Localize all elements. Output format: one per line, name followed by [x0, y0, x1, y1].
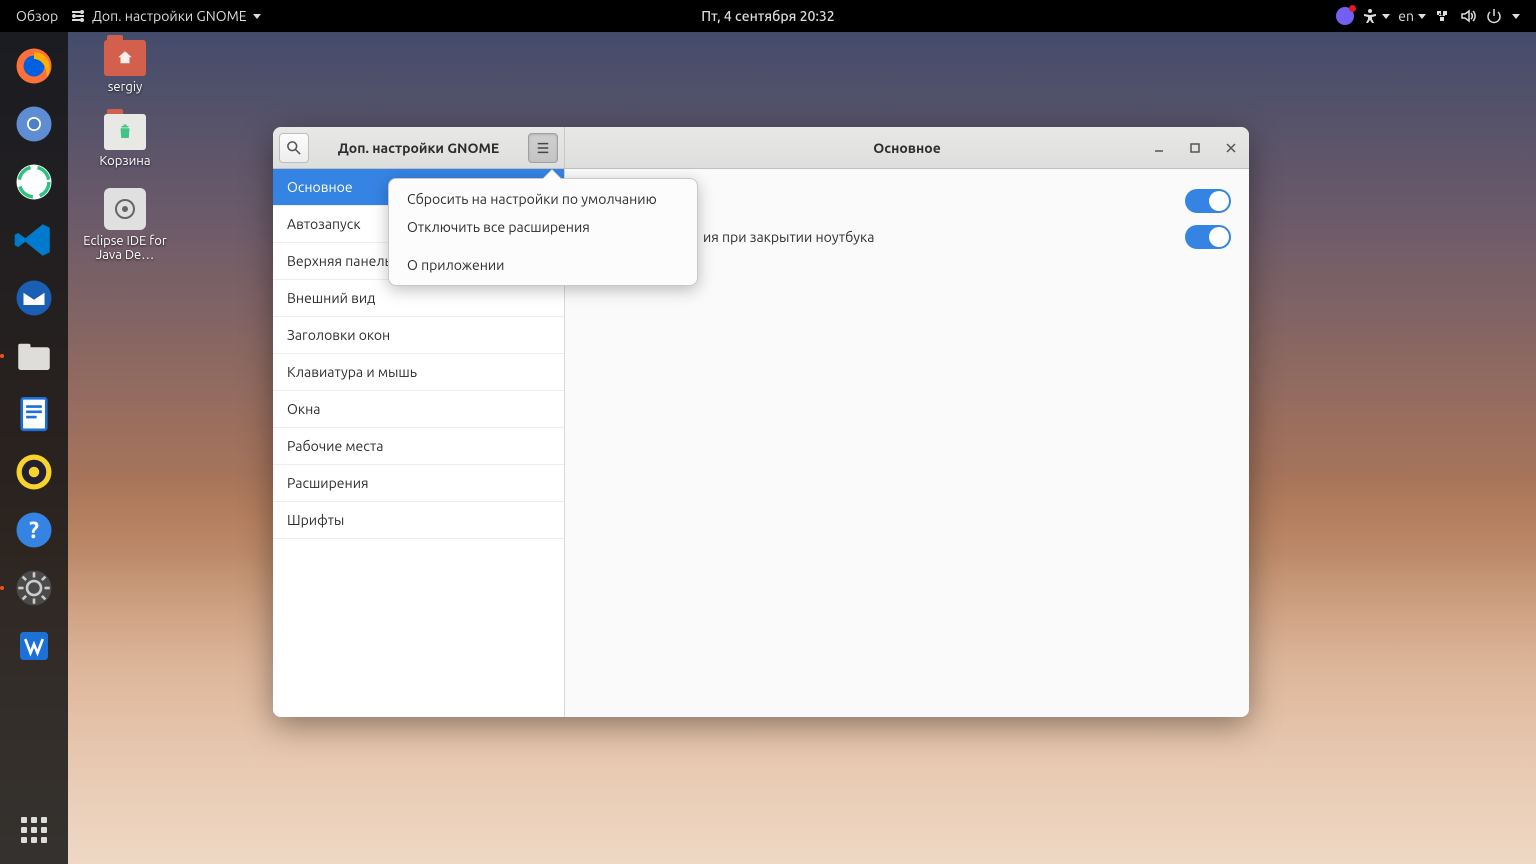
hamburger-icon [536, 141, 550, 155]
chevron-down-icon [253, 14, 261, 19]
topbar-right: en [1336, 7, 1536, 25]
dock-files[interactable] [8, 330, 60, 382]
setting-switch[interactable] [1185, 189, 1231, 213]
dock-remote[interactable] [8, 156, 60, 208]
hamburger-menu-button[interactable] [528, 133, 558, 163]
dock-chromium[interactable] [8, 98, 60, 150]
dock-rhythmbox[interactable] [8, 446, 60, 498]
tweaks-icon [70, 8, 86, 24]
chevron-down-icon [1512, 14, 1520, 19]
accessibility-menu[interactable] [1362, 8, 1390, 24]
desktop-icons: sergiy Корзина Eclipse IDE for Java De… [80, 40, 170, 262]
sidebar-item-label: Окна [287, 401, 320, 417]
dock-firefox[interactable] [8, 40, 60, 92]
dock-virtualbox[interactable] [8, 620, 60, 672]
eclipse-icon [104, 188, 146, 230]
search-icon [287, 141, 301, 155]
accessibility-icon [1362, 8, 1378, 24]
sidebar-item-label: Клавиатура и мышь [287, 364, 417, 380]
app-menu[interactable]: Доп. настройки GNOME [70, 8, 260, 24]
close-button[interactable] [1219, 136, 1243, 160]
topbar-left: Обзор Доп. настройки GNOME [0, 8, 261, 24]
dock-help[interactable]: ? [8, 504, 60, 556]
minimize-button[interactable] [1147, 136, 1171, 160]
desktop-icon-label: Корзина [99, 154, 150, 168]
dock-thunderbird[interactable] [8, 272, 60, 324]
keyboard-layout-label: en [1398, 8, 1414, 24]
menu-disable-extensions[interactable]: Отключить все расширения [389, 213, 697, 241]
sidebar-item-label: Рабочие места [287, 438, 383, 454]
chevron-down-icon [1418, 14, 1426, 19]
sidebar-item-window-titlebars[interactable]: Заголовки окон [273, 317, 564, 354]
sidebar-item-extensions[interactable]: Расширения [273, 465, 564, 502]
dock-vscode[interactable] [8, 214, 60, 266]
sidebar-item-label: Шрифты [287, 512, 344, 528]
dock-libreoffice-writer[interactable] [8, 388, 60, 440]
system-menu[interactable] [1434, 8, 1520, 24]
power-icon [1486, 8, 1502, 24]
sidebar-item-label: Заголовки окон [287, 327, 390, 343]
headerbar-title-left: Доп. настройки GNOME [315, 140, 522, 156]
headerbar-right: Основное [565, 127, 1249, 168]
sidebar-item-label: Внешний вид [287, 290, 375, 306]
desktop-home-folder[interactable]: sergiy [80, 40, 170, 94]
app-menu-popover: Сбросить на настройки по умолчанию Отклю… [388, 178, 698, 286]
desktop-eclipse[interactable]: Eclipse IDE for Java De… [80, 188, 170, 262]
svg-text:?: ? [29, 518, 39, 543]
sidebar-item-fonts[interactable]: Шрифты [273, 502, 564, 539]
search-button[interactable] [279, 133, 309, 163]
home-folder-icon [104, 40, 146, 76]
desktop-icon-label: sergiy [108, 80, 143, 94]
sidebar-item-windows[interactable]: Окна [273, 391, 564, 428]
sidebar-item-keyboard-mouse[interactable]: Клавиатура и мышь [273, 354, 564, 391]
headerbar: Доп. настройки GNOME Основное [273, 127, 1249, 169]
headerbar-left: Доп. настройки GNOME [273, 127, 565, 168]
clock[interactable]: Пт, 4 сентября 20:32 [701, 8, 834, 24]
sidebar-item-label: Автозапуск [287, 216, 361, 232]
topbar: Обзор Доп. настройки GNOME Пт, 4 сентябр… [0, 0, 1536, 32]
chevron-down-icon [1382, 14, 1390, 19]
volume-icon [1460, 8, 1476, 24]
sidebar-item-label: Верхняя панель [287, 253, 392, 269]
network-icon [1434, 8, 1450, 24]
menu-reset-defaults[interactable]: Сбросить на настройки по умолчанию [389, 185, 697, 213]
setting-switch[interactable] [1185, 225, 1231, 249]
app-menu-label: Доп. настройки GNOME [92, 8, 246, 24]
sidebar-item-label: Расширения [287, 475, 369, 491]
menu-about[interactable]: О приложении [389, 251, 697, 279]
activities-button[interactable]: Обзор [16, 8, 58, 24]
desktop-icon-label: Eclipse IDE for Java De… [80, 234, 170, 262]
trash-icon [104, 114, 146, 150]
dock: ? [0, 32, 68, 864]
maximize-button[interactable] [1183, 136, 1207, 160]
show-applications[interactable] [14, 810, 54, 850]
sidebar-item-workspaces[interactable]: Рабочие места [273, 428, 564, 465]
menu-separator [389, 241, 697, 251]
sidebar-item-label: Основное [287, 179, 353, 195]
keyboard-layout-menu[interactable]: en [1398, 8, 1426, 24]
desktop-trash[interactable]: Корзина [80, 114, 170, 168]
window-controls [1147, 136, 1243, 160]
viber-indicator-icon[interactable] [1336, 7, 1354, 25]
dock-settings[interactable] [8, 562, 60, 614]
